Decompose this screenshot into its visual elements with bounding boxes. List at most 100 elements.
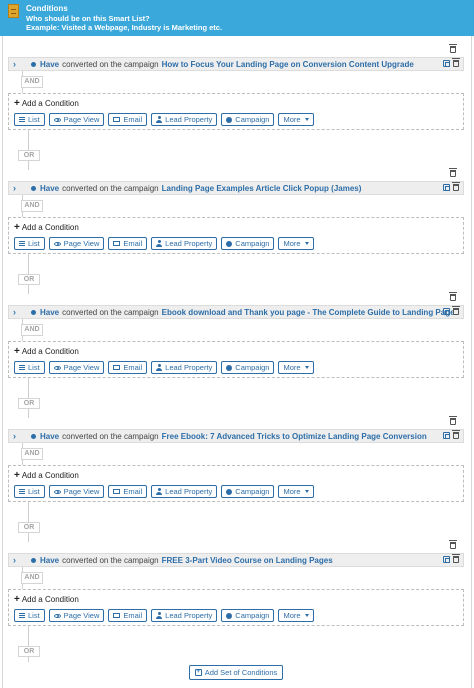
eye-icon <box>53 241 61 246</box>
condition-operator: Have <box>40 307 60 317</box>
copy-icon[interactable] <box>443 184 450 191</box>
campaign-name[interactable]: How to Focus Your Landing Page on Conver… <box>162 60 414 69</box>
chevron-right-icon[interactable]: › <box>13 183 23 193</box>
more-dropdown-button[interactable]: More <box>278 485 314 498</box>
more-dropdown-button[interactable]: More <box>278 361 314 374</box>
status-dot-icon <box>31 557 36 563</box>
email-button[interactable]: Email <box>108 237 148 250</box>
list-button[interactable]: List <box>14 113 45 126</box>
connector-line <box>28 285 29 294</box>
delete-set-button[interactable] <box>449 292 458 303</box>
add-condition-link[interactable]: + Add a Condition <box>14 346 79 357</box>
copy-icon[interactable] <box>443 308 450 315</box>
add-condition-area: + Add a Condition List Page View Email Lead … <box>8 93 464 130</box>
copy-icon[interactable] <box>443 432 450 439</box>
eye-icon <box>53 489 61 494</box>
page-view-button[interactable]: Page View <box>48 609 105 622</box>
add-condition-link[interactable]: + Add a Condition <box>14 470 79 481</box>
add-condition-area: + Add a Condition List Page View Email Lead … <box>8 217 464 254</box>
email-icon <box>113 241 121 246</box>
page-view-button[interactable]: Page View <box>48 237 105 250</box>
campaign-icon <box>226 116 233 123</box>
trash-icon <box>449 416 457 425</box>
chevron-right-icon[interactable]: › <box>13 555 23 565</box>
and-label: AND <box>21 572 43 584</box>
email-button[interactable]: Email <box>108 113 148 126</box>
campaign-name[interactable]: FREE 3-Part Video Course on Landing Page… <box>162 556 333 565</box>
plus-icon: + <box>194 669 202 676</box>
campaign-name[interactable]: Landing Page Examples Article Click Popu… <box>162 184 362 193</box>
plus-icon: + <box>14 470 20 481</box>
email-button[interactable]: Email <box>108 361 148 374</box>
lead-property-button[interactable]: Lead Property <box>151 485 218 498</box>
copy-icon[interactable] <box>443 556 450 563</box>
more-dropdown-button[interactable]: More <box>278 237 314 250</box>
campaign-button[interactable]: Campaign <box>221 609 275 622</box>
trash-icon[interactable] <box>452 182 460 191</box>
add-condition-link[interactable]: + Add a Condition <box>14 222 79 233</box>
trash-icon[interactable] <box>452 430 460 439</box>
list-button[interactable]: List <box>14 237 45 250</box>
condition-row[interactable]: › Have converted on the campaign How to … <box>8 57 464 71</box>
chevron-right-icon[interactable]: › <box>13 59 23 69</box>
condition-operator: Have <box>40 431 60 441</box>
or-label: OR <box>18 646 40 657</box>
connector-line <box>28 409 29 418</box>
user-icon <box>156 488 163 495</box>
status-dot-icon <box>31 185 36 191</box>
campaign-button[interactable]: Campaign <box>221 113 275 126</box>
add-condition-area: + Add a Condition List Page View Email Lead … <box>8 589 464 626</box>
condition-row[interactable]: › Have converted on the campaign Landing… <box>8 181 464 195</box>
delete-set-button[interactable] <box>449 416 458 427</box>
condition-set: › Have converted on the campaign How to … <box>8 44 464 146</box>
or-label: OR <box>18 274 40 285</box>
campaign-name[interactable]: Ebook download and Thank you page - The … <box>162 308 454 317</box>
trash-icon[interactable] <box>452 58 460 67</box>
lead-property-button[interactable]: Lead Property <box>151 237 218 250</box>
campaign-button[interactable]: Campaign <box>221 361 275 374</box>
condition-row[interactable]: › Have converted on the campaign FREE 3-… <box>8 553 464 567</box>
campaign-name[interactable]: Free Ebook: 7 Advanced Tricks to Optimiz… <box>162 432 427 441</box>
eye-icon <box>53 365 61 370</box>
lead-property-button[interactable]: Lead Property <box>151 361 218 374</box>
chevron-right-icon[interactable]: › <box>13 431 23 441</box>
page-view-button[interactable]: Page View <box>48 113 105 126</box>
email-icon <box>113 365 121 370</box>
email-button[interactable]: Email <box>108 609 148 622</box>
add-set-of-conditions-button[interactable]: + Add Set of Conditions <box>189 665 283 680</box>
condition-text: converted on the campaign <box>62 307 159 317</box>
or-label: OR <box>18 150 40 161</box>
lead-property-button[interactable]: Lead Property <box>151 113 218 126</box>
lead-property-button[interactable]: Lead Property <box>151 609 218 622</box>
condition-row[interactable]: › Have converted on the campaign Ebook d… <box>8 305 464 319</box>
chevron-right-icon[interactable]: › <box>13 307 23 317</box>
connector-line <box>28 130 29 150</box>
condition-row[interactable]: › Have converted on the campaign Free Eb… <box>8 429 464 443</box>
delete-set-button[interactable] <box>449 44 458 55</box>
add-condition-link[interactable]: + Add a Condition <box>14 98 79 109</box>
email-button[interactable]: Email <box>108 485 148 498</box>
plus-icon: + <box>14 594 20 605</box>
eye-icon <box>53 117 61 122</box>
condition-operator: Have <box>40 183 60 193</box>
trash-icon[interactable] <box>452 306 460 315</box>
page-view-button[interactable]: Page View <box>48 361 105 374</box>
add-condition-link[interactable]: + Add a Condition <box>14 594 79 605</box>
trash-icon <box>449 168 457 177</box>
conditions-header: Conditions Who should be on this Smart L… <box>0 0 474 36</box>
campaign-button[interactable]: Campaign <box>221 485 275 498</box>
caret-down-icon <box>304 366 309 369</box>
list-button[interactable]: List <box>14 485 45 498</box>
list-button[interactable]: List <box>14 609 45 622</box>
copy-icon[interactable] <box>443 60 450 67</box>
more-dropdown-button[interactable]: More <box>278 609 314 622</box>
trash-icon[interactable] <box>452 554 460 563</box>
page-view-button[interactable]: Page View <box>48 485 105 498</box>
campaign-button[interactable]: Campaign <box>221 237 275 250</box>
delete-set-button[interactable] <box>449 540 458 551</box>
more-dropdown-button[interactable]: More <box>278 113 314 126</box>
delete-set-button[interactable] <box>449 168 458 179</box>
connector-line <box>28 657 29 662</box>
caret-down-icon <box>304 242 309 245</box>
list-button[interactable]: List <box>14 361 45 374</box>
